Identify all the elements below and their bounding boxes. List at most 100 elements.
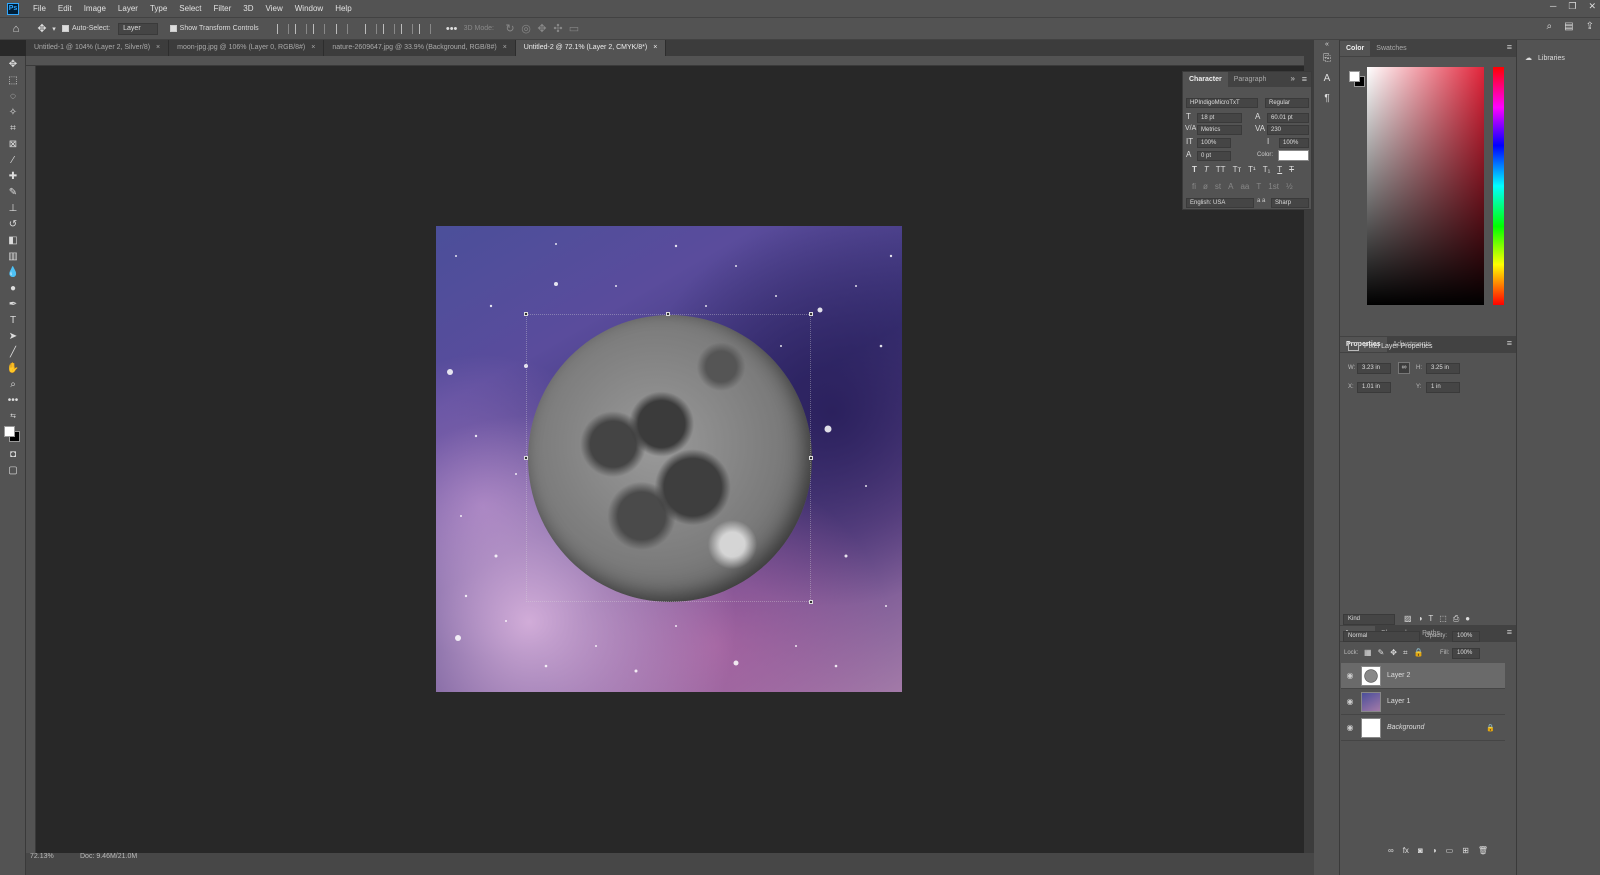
delete-layer-icon[interactable]: 🗑 [1478,846,1488,855]
collapse-dock-icon[interactable]: « [1314,40,1340,48]
ordinals-icon[interactable]: T [1256,182,1261,191]
distribute-icon[interactable] [335,23,348,34]
lock-transparent-icon[interactable]: ▦ [1364,648,1372,658]
foreground-color-swatch[interactable] [4,426,15,437]
font-family-field[interactable]: HPIndigoMicroTxT [1186,98,1258,108]
language-field[interactable]: English: USA [1186,198,1254,208]
brush-tool-icon[interactable]: ✎ [0,184,26,200]
eraser-icon[interactable]: ◧ [0,232,26,248]
opacity-field[interactable]: 100% [1452,631,1480,642]
3d-slide-icon[interactable]: ✣ [550,21,566,37]
panel-menu-icon[interactable]: ≡ [1507,42,1512,52]
menu-3d[interactable]: 3D [237,4,259,13]
workspace-icon[interactable]: ▤ [1564,21,1573,32]
transform-handle[interactable] [809,312,813,316]
close-tab-icon[interactable]: × [653,44,657,51]
ordinal-st-icon[interactable]: 1st [1268,182,1279,191]
subscript-icon[interactable]: T₁ [1263,165,1271,174]
panel-menu-icon[interactable]: ≡ [1507,627,1512,637]
gradient-tool-icon[interactable]: ▥ [0,248,26,264]
transform-bounding-box[interactable] [526,314,811,602]
doc-size[interactable]: Doc: 9.46M/21.0M [80,853,137,860]
visibility-eye-icon[interactable]: ◉ [1341,671,1359,680]
close-tab-icon[interactable]: × [311,44,315,51]
link-icon[interactable]: ∞ [1398,362,1410,374]
tab-character[interactable]: Character [1183,72,1228,87]
new-group-icon[interactable]: ▭ [1446,846,1454,855]
layer-name[interactable]: Layer 1 [1387,698,1410,705]
show-transform-checkbox[interactable]: Show Transform Controls [169,25,259,32]
close-tab-icon[interactable]: × [156,44,160,51]
path-selection-icon[interactable]: ➤ [0,328,26,344]
frame-tool-icon[interactable]: ⊠ [0,136,26,152]
new-adjustment-icon[interactable]: ◑ [1432,846,1437,855]
pen-tool-icon[interactable]: ✒ [0,296,26,312]
link-layers-icon[interactable]: ∞ [1388,846,1394,855]
share-icon[interactable]: ⇪ [1586,21,1594,32]
fill-field[interactable]: 100% [1452,648,1480,659]
lock-all-icon[interactable]: 🔒 [1413,648,1423,658]
magic-wand-icon[interactable]: ✧ [0,104,26,120]
libraries-button[interactable]: ☁ Libraries [1517,40,1600,63]
color-swatches[interactable] [0,424,26,446]
line-tool-icon[interactable]: ╱ [0,344,26,360]
x-position-field[interactable]: 1.01 in [1357,382,1391,393]
tab-paragraph[interactable]: Paragraph [1228,72,1273,87]
new-layer-icon[interactable]: ⊞ [1462,846,1469,855]
faux-bold-icon[interactable]: T [1192,165,1197,174]
menu-layer[interactable]: Layer [112,4,144,13]
healing-brush-icon[interactable]: ✚ [0,168,26,184]
all-caps-icon[interactable]: TT [1216,165,1226,174]
adjustment-filter-icon[interactable]: ◑ [1418,614,1423,624]
menu-type[interactable]: Type [144,4,173,13]
transform-handle[interactable] [524,312,528,316]
shape-filter-icon[interactable]: ⬚ [1439,614,1447,624]
auto-select-dropdown[interactable]: Layer [118,22,158,35]
y-position-field[interactable]: 1 in [1426,382,1460,393]
text-color-swatch[interactable] [1278,150,1309,161]
kerning-field[interactable]: Metrics [1197,125,1242,135]
eyedropper-icon[interactable]: ⁄ [0,152,26,168]
visibility-eye-icon[interactable]: ◉ [1341,697,1359,706]
layer-row-layer-1[interactable]: ◉ Layer 1 [1341,689,1505,715]
lock-position-icon[interactable]: ✥ [1390,648,1397,658]
menu-window[interactable]: Window [289,4,329,13]
antialias-field[interactable]: Sharp [1271,198,1309,208]
transform-handle[interactable] [524,456,528,460]
more-tools-icon[interactable]: ••• [0,392,26,408]
checkbox-icon[interactable] [169,25,177,32]
swash-icon[interactable]: st [1215,182,1221,191]
more-options-icon[interactable]: ••• [444,21,460,37]
fractions-icon[interactable]: ½ [1286,182,1293,191]
3d-drag-icon[interactable]: ✥ [534,21,550,37]
layer-name[interactable]: Background [1387,724,1424,731]
lasso-tool-icon[interactable]: ◌ [0,88,26,104]
old-style-icon[interactable]: ø [1203,182,1208,191]
menu-edit[interactable]: Edit [52,4,78,13]
smart-filter-icon[interactable]: ⎙ [1453,614,1459,624]
faux-italic-icon[interactable]: T [1204,165,1209,174]
layer-kind-filter[interactable]: Kind [1343,614,1395,625]
vertical-scale-field[interactable]: 100% [1197,138,1231,148]
layer-name[interactable]: Layer 2 [1387,672,1410,679]
fx-icon[interactable]: fx [1403,846,1409,855]
align-bottom-icon[interactable] [400,23,413,34]
font-size-field[interactable]: 18 pt [1197,113,1242,123]
type-tool-icon[interactable]: T [0,312,26,328]
tracking-field[interactable]: 230 [1267,125,1309,135]
move-tool-icon[interactable]: ✥ [0,56,26,72]
zoom-tool-icon[interactable]: ⌕ [0,376,26,392]
move-tool-preset-icon[interactable]: ✥ [34,21,50,37]
layer-row-background[interactable]: ◉ Background 🔒 [1341,715,1505,741]
hand-tool-icon[interactable]: ✋ [0,360,26,376]
clone-stamp-icon[interactable]: ⊥ [0,200,26,216]
foreground-color-swatch[interactable] [1349,71,1360,82]
superscript-icon[interactable]: T¹ [1248,165,1256,174]
history-brush-icon[interactable]: ↺ [0,216,26,232]
dodge-tool-icon[interactable]: ● [0,280,26,296]
small-caps-icon[interactable]: Tт [1233,165,1242,174]
home-icon[interactable]: ⌂ [8,21,24,37]
width-field[interactable]: 3.23 in [1357,363,1391,374]
leading-field[interactable]: 60.01 pt [1267,113,1309,123]
character-panel-icon[interactable]: A [1314,68,1340,88]
